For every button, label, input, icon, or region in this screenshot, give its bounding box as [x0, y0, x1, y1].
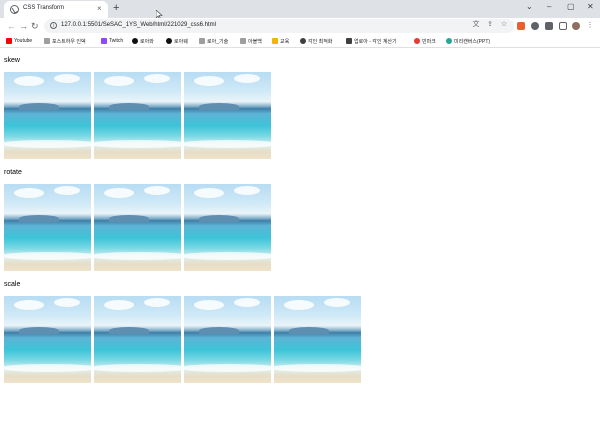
site-icon [132, 38, 138, 44]
folder-icon [272, 38, 278, 44]
beach-image [4, 184, 91, 271]
browser-tab[interactable]: CSS Transform × [4, 1, 108, 18]
translate-icon[interactable]: 文 [472, 21, 480, 29]
youtube-icon [6, 38, 12, 44]
cat-icon [346, 38, 352, 44]
bookmark-item[interactable]: 로아와 [132, 36, 154, 46]
reload-icon[interactable]: ↻ [31, 21, 39, 31]
bookmark-item[interactable]: 로아웨 [166, 36, 188, 46]
site-icon [300, 38, 306, 44]
bookmark-folder[interactable]: 교육 [272, 36, 289, 46]
bookmark-item[interactable]: 각인 최적화 [300, 36, 332, 46]
page-icon [44, 38, 50, 44]
new-tab-button[interactable]: + [113, 2, 119, 14]
address-bar[interactable]: i 127.0.0.1:5501/SeSAC_1YS_Web/html/2210… [44, 19, 514, 33]
profile-avatar[interactable] [572, 22, 580, 30]
page-icon [199, 38, 205, 44]
back-icon[interactable]: ← [7, 21, 16, 31]
section-title-scale: scale [4, 281, 21, 288]
extension-icon[interactable] [517, 22, 525, 30]
beach-image [184, 184, 271, 271]
close-tab-icon[interactable]: × [97, 4, 102, 14]
image-row-scale [4, 296, 361, 383]
bookmark-youtube[interactable]: Youtube [6, 36, 32, 46]
bookmark-item[interactable]: 아볼백 [240, 36, 262, 46]
site-info-icon[interactable]: i [50, 22, 57, 29]
share-icon[interactable]: ⇪ [486, 21, 494, 29]
image-row-skew [4, 72, 271, 159]
side-panel-icon[interactable] [559, 22, 567, 30]
bookmark-twitch[interactable]: Twitch [101, 36, 123, 46]
image-row-rotate [4, 184, 271, 271]
tab-title: CSS Transform [23, 5, 65, 11]
beach-image [94, 184, 181, 271]
beach-image [184, 296, 271, 383]
site-icon [166, 38, 172, 44]
bookmark-item[interactable]: 포스트하우 인덱 [44, 36, 86, 46]
menu-icon[interactable]: ⋮ [586, 22, 594, 30]
bookmark-item[interactable]: 미리캔버스(PPT) [446, 36, 490, 46]
minimize-button[interactable]: – [547, 2, 551, 12]
bookmark-item[interactable]: 빈마크 [414, 36, 436, 46]
page-icon [240, 38, 246, 44]
bookmark-star-icon[interactable]: ☆ [500, 21, 508, 29]
bookmark-item[interactable]: 로아_기술 [199, 36, 228, 46]
site-icon [446, 38, 452, 44]
url-text: 127.0.0.1:5501/SeSAC_1YS_Web/html/221029… [61, 22, 216, 28]
close-window-button[interactable]: ✕ [587, 2, 594, 12]
beach-image [4, 72, 91, 159]
globe-icon [10, 5, 19, 14]
beach-image [4, 296, 91, 383]
beach-image [274, 296, 361, 383]
extension-icon[interactable] [531, 22, 539, 30]
tab-strip: CSS Transform × + ⌄ – ▢ ✕ [0, 0, 600, 20]
site-icon [414, 38, 420, 44]
tab-search-icon[interactable]: ⌄ [526, 2, 533, 12]
forward-icon[interactable]: → [19, 21, 28, 31]
browser-toolbar: ← → ↻ i 127.0.0.1:5501/SeSAC_1YS_Web/htm… [0, 18, 600, 35]
beach-image [184, 72, 271, 159]
section-title-skew: skew [4, 57, 20, 64]
twitch-icon [101, 38, 107, 44]
maximize-button[interactable]: ▢ [567, 2, 575, 12]
bookmarks-bar: Youtube 포스트하우 인덱 Twitch 로아와 로아웨 로아_기술 아볼… [0, 35, 600, 48]
puzzle-icon[interactable] [545, 22, 553, 30]
section-title-rotate: rotate [4, 169, 22, 176]
beach-image [94, 72, 181, 159]
beach-image [94, 296, 181, 383]
bookmark-item[interactable]: 업로아 - 각인 계산기 [346, 36, 397, 46]
